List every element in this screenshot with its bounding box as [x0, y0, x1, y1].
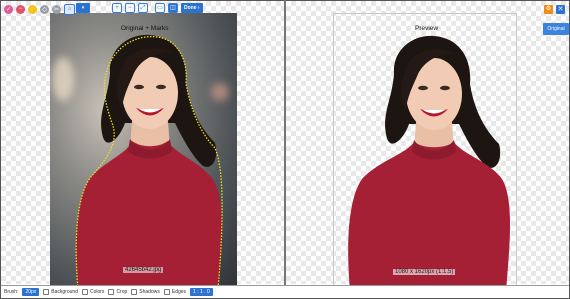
settings-button[interactable]: ⚙ — [544, 5, 553, 14]
shadows-icon — [131, 289, 138, 295]
remove-brush-icon[interactable]: − — [16, 4, 25, 14]
edges-button[interactable]: Edges — [163, 289, 187, 295]
zoom-fit-button[interactable]: ⤢ — [138, 3, 148, 13]
aspect-ratio-selector[interactable]: 1 : 1 . 0 — [190, 288, 213, 296]
colors-button[interactable]: Colors — [81, 289, 105, 295]
crop-icon — [108, 289, 115, 295]
keep-brush-icon[interactable]: ✓ — [4, 4, 13, 14]
single-view-button[interactable]: ▭ — [155, 3, 165, 13]
background-button[interactable]: Background — [43, 289, 78, 295]
original-photo[interactable] — [50, 13, 237, 289]
filename-label: 42645b42.jpg — [123, 267, 164, 273]
split-view-button[interactable]: ◫ — [168, 3, 178, 13]
output-size-label: 1080 x 1620px (1:1.5) — [393, 269, 456, 275]
auto-icon[interactable]: ⚡ — [28, 4, 37, 14]
zoom-out-button[interactable]: − — [125, 3, 135, 13]
home-icon[interactable]: ⌂ — [64, 3, 75, 15]
zoom-dropdown[interactable]: ▾ — [76, 3, 90, 13]
edges-label: Edges — [171, 289, 187, 295]
edges-icon — [163, 289, 170, 295]
brush-size-selector[interactable]: 20px — [22, 288, 40, 296]
view-toolbar: + − ⤢ ▭ ◫ Done › — [112, 3, 203, 13]
subject-figure — [75, 34, 223, 289]
original-toggle-button[interactable]: Original — [543, 23, 569, 35]
shadows-label: Shadows — [139, 289, 160, 295]
preview-frame — [333, 13, 517, 291]
scissors-icon[interactable]: ✂ — [52, 4, 61, 14]
background-icon — [43, 289, 50, 295]
bottom-toolbar: Brush: 20px Background Colors Crop Shado… — [1, 285, 569, 298]
shadows-button[interactable]: Shadows — [131, 289, 160, 295]
colors-label: Colors — [89, 289, 105, 295]
crop-button[interactable]: Crop — [108, 289, 127, 295]
background-label: Background — [51, 289, 78, 295]
tool-palette: ✓ − ⚡ ◇ ✂ ⌂ — [4, 3, 75, 15]
brush-label: Brush: — [4, 289, 19, 295]
done-button[interactable]: Done › — [181, 3, 203, 13]
eraser-icon[interactable]: ◇ — [40, 4, 49, 14]
colors-icon — [81, 289, 88, 295]
preview-cutout — [348, 35, 510, 291]
zoom-in-button[interactable]: + — [112, 3, 122, 13]
preview-pane-title: Preview — [415, 25, 439, 32]
original-pane-title: Original + Marks — [121, 25, 169, 32]
crop-label: Crop — [116, 289, 128, 295]
close-button[interactable]: ✕ — [556, 5, 565, 14]
